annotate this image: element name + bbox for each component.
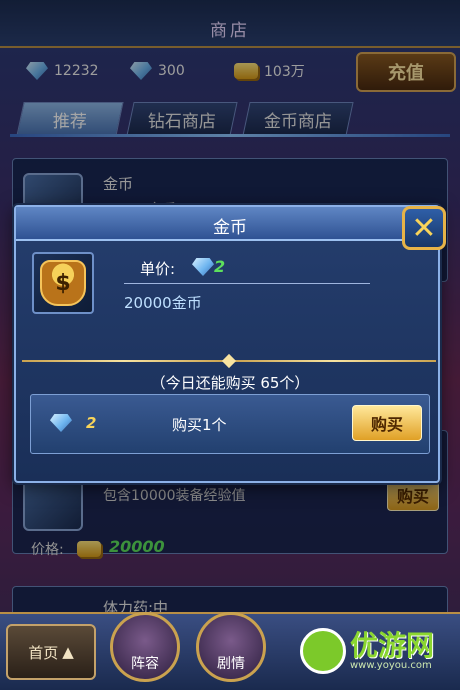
dialog-title: 金币 [213,218,247,238]
buy-button[interactable]: 购买 [352,405,422,441]
item-title: 20000金币 [124,294,202,312]
remaining-purchases: （今日还能购买 65个） [150,374,310,392]
close-button[interactable]: ✕ [402,206,446,250]
unit-price-value: 2 [214,257,226,276]
close-icon: ✕ [411,210,437,246]
nav-story[interactable]: 剧情 [196,612,266,682]
ornamental-divider [22,353,436,369]
home-button[interactable]: 首页 ▲ [6,624,96,680]
watermark-logo-icon [300,628,346,674]
purchase-cost: 2 [86,414,97,432]
divider [124,283,370,284]
gold-bag-icon: $ [40,260,86,306]
nav-lineup[interactable]: 阵容 [110,612,180,682]
item-image-frame: $ [32,252,94,314]
purchase-quantity: 购买1个 [172,416,227,434]
unit-price-label: 单价: [140,260,176,278]
site-watermark: 优游网 www.yoyou.com [300,612,460,690]
chevron-icon: ▲ [62,643,74,661]
